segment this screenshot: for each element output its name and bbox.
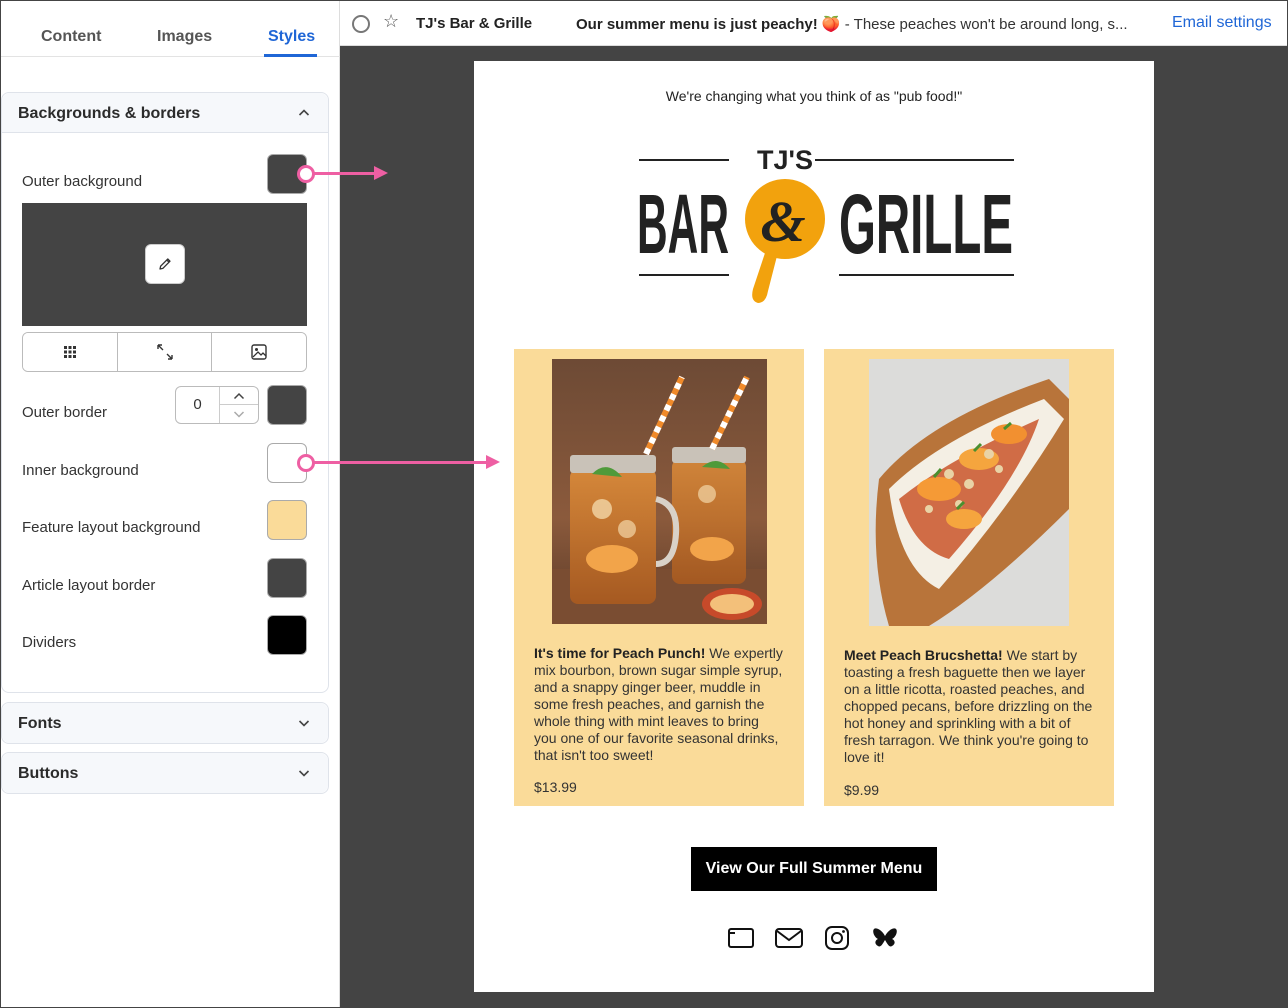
chevron-up-icon xyxy=(298,109,310,116)
feature-layout-background-swatch[interactable] xyxy=(267,500,307,540)
subject-preview: - These peaches won't be around long, s.… xyxy=(840,16,1128,33)
card-text-line: that isn't too sweet! xyxy=(534,747,654,763)
outer-background-label: Outer background xyxy=(22,173,143,190)
peach-punch-description: It's time for Peach Punch! We expertly m… xyxy=(534,645,783,764)
email-header-bar: ☆ TJ's Bar & Grille Our summer menu is j… xyxy=(340,0,1288,46)
outer-border-label: Outer border xyxy=(22,404,108,421)
card-headline: Meet Peach Brucshetta! xyxy=(844,647,1003,663)
card-text-span: We start by xyxy=(1002,647,1078,663)
fonts-section[interactable]: Fonts xyxy=(1,702,329,744)
card-text-line: whole thing with mint leaves to bring xyxy=(534,713,759,729)
backgrounds-borders-header[interactable]: Backgrounds & borders xyxy=(2,93,328,133)
callout-arrow xyxy=(486,455,500,469)
peach-bruschetta-photo xyxy=(869,359,1069,626)
instagram-icon[interactable] xyxy=(822,923,852,953)
tjs-bar-grille-logo: TJ'S BAR & GRILLE xyxy=(637,145,1014,303)
peach-punch-photo xyxy=(552,359,767,624)
peach-bruschetta-price: $9.99 xyxy=(844,782,880,798)
section-title: Fonts xyxy=(18,715,62,732)
buttons-header[interactable]: Buttons xyxy=(2,753,328,793)
card-text-line: love it! xyxy=(844,749,885,765)
peach-bruschetta-image xyxy=(869,359,1069,626)
email-subject: Our summer menu is just peachy! 🍑 - Thes… xyxy=(576,15,1161,33)
chevron-down-icon xyxy=(298,720,310,727)
preheader-text: We're changing what you think of as "pub… xyxy=(665,88,963,104)
image-mode-button[interactable] xyxy=(212,333,306,371)
section-title: Buttons xyxy=(18,765,79,782)
tab-images[interactable]: Images xyxy=(157,28,212,46)
article-layout-border-swatch[interactable] xyxy=(267,558,307,598)
callout-line xyxy=(314,172,376,175)
stretch-mode-button[interactable] xyxy=(117,333,213,371)
active-tab-indicator xyxy=(264,54,317,57)
callout-arrow xyxy=(374,166,388,180)
section-title: Backgrounds & borders xyxy=(18,105,201,122)
logo-grille: GRILLE xyxy=(839,177,1013,271)
feature-card-peach-punch: It's time for Peach Punch! We expertly m… xyxy=(514,349,804,806)
card-text-line: toasting a fresh baguette then we layer xyxy=(844,664,1086,680)
image-icon xyxy=(251,344,267,360)
card-text-line: and a snappy ginger beer, muddle in xyxy=(534,679,761,695)
card-text-span: We expertly xyxy=(705,645,783,661)
card-text-line: hot honey and sprinkling with a bit of xyxy=(844,715,1071,731)
outer-border-swatch[interactable] xyxy=(267,385,307,425)
card-text-line: fresh tarragon. We think you're going to xyxy=(844,732,1089,748)
increment-button[interactable] xyxy=(220,387,258,405)
buttons-section[interactable]: Buttons xyxy=(1,752,329,794)
select-checkbox[interactable] xyxy=(352,15,370,33)
pencil-icon xyxy=(159,258,171,270)
callout-dot xyxy=(297,454,315,472)
email-body: We're changing what you think of as "pub… xyxy=(474,61,1154,992)
email-icon[interactable] xyxy=(774,923,804,953)
logo-ampersand: & xyxy=(760,189,805,254)
peach-punch-price: $13.99 xyxy=(534,779,577,795)
styles-panel: Content Images Styles Backgrounds & bord… xyxy=(0,0,340,1008)
card-text-line: on a little ricotta, roasted peaches, an… xyxy=(844,681,1085,697)
grid-icon xyxy=(63,346,76,358)
social-links xyxy=(726,923,906,953)
feature-card-peach-bruschetta: Meet Peach Brucshetta! We start by toast… xyxy=(824,349,1114,806)
dividers-label: Dividers xyxy=(22,634,77,651)
fonts-header[interactable]: Fonts xyxy=(2,703,328,743)
email-settings-link[interactable]: Email settings xyxy=(1172,14,1272,32)
card-text-line: mix bourbon, brown sugar simple syrup, xyxy=(534,662,783,678)
card-headline: It's time for Peach Punch! xyxy=(534,645,706,661)
callout-line xyxy=(314,461,488,464)
chevron-up-icon xyxy=(233,392,245,399)
logo-tjs: TJ'S xyxy=(757,145,813,175)
tile-mode-button[interactable] xyxy=(23,333,118,371)
inner-background-label: Inner background xyxy=(22,462,139,479)
card-text-line: chopped pecans, before drizzling on the xyxy=(844,698,1093,714)
feature-layout-background-label: Feature layout background xyxy=(22,519,201,536)
logo-bar: BAR xyxy=(637,177,729,271)
bluesky-icon[interactable] xyxy=(870,923,900,953)
panel-tabs: Content Images Styles xyxy=(0,0,340,57)
edit-background-button[interactable] xyxy=(145,244,185,284)
star-icon[interactable]: ☆ xyxy=(383,11,399,32)
card-text-line: It's time for Peach Punch! We expertly xyxy=(534,645,783,662)
card-text-line: you one of our favorite seasonal drinks, xyxy=(534,730,779,746)
view-menu-button[interactable]: View Our Full Summer Menu xyxy=(691,847,937,891)
tab-content[interactable]: Content xyxy=(41,28,101,46)
website-icon[interactable] xyxy=(726,923,756,953)
chevron-down-icon xyxy=(233,411,245,418)
background-mode-selector xyxy=(22,332,307,372)
outer-border-stepper[interactable]: 0 xyxy=(175,386,259,424)
article-layout-border-label: Article layout border xyxy=(22,577,156,594)
chevron-down-icon xyxy=(298,770,310,777)
decrement-button[interactable] xyxy=(220,405,258,423)
callout-dot xyxy=(297,165,315,183)
outer-border-value[interactable]: 0 xyxy=(176,387,220,423)
subject-line: Our summer menu is just peachy! 🍑 xyxy=(576,16,841,33)
card-text-line: some fresh peaches, and garnish the xyxy=(534,696,765,712)
sender-name: TJ's Bar & Grille xyxy=(416,15,533,32)
expand-icon xyxy=(156,344,173,360)
peach-bruschetta-description: Meet Peach Brucshetta! We start by toast… xyxy=(844,647,1092,766)
card-text-line: Meet Peach Brucshetta! We start by xyxy=(844,647,1092,664)
dividers-swatch[interactable] xyxy=(267,615,307,655)
tab-styles[interactable]: Styles xyxy=(268,28,315,46)
peach-punch-image xyxy=(552,359,767,624)
